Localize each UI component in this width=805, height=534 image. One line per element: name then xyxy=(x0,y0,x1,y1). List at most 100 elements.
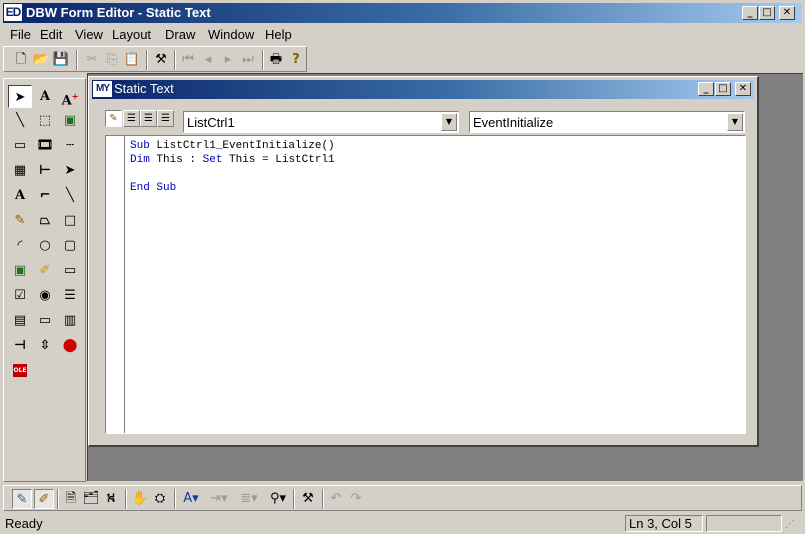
image-tool-icon[interactable]: ▣ xyxy=(8,259,32,282)
group-tool-icon[interactable]: ▥ xyxy=(58,309,82,332)
line-tool-icon[interactable]: ╲ xyxy=(8,109,32,132)
combobox-tool-icon[interactable]: ▭ xyxy=(33,309,57,332)
button-tool-icon[interactable]: ▭ xyxy=(8,134,32,157)
menu-layout[interactable]: Layout xyxy=(112,27,151,42)
toolbar-separator xyxy=(125,489,127,509)
ole-label: OLE xyxy=(13,364,27,377)
dotted-line-tool-icon[interactable]: ┄ xyxy=(58,134,82,157)
label-tool-icon[interactable]: A xyxy=(8,184,32,207)
connector-tool-icon[interactable]: ⌐ xyxy=(33,184,57,207)
textbox-tool-icon[interactable]: ▭ xyxy=(58,259,82,282)
print-icon[interactable]: 🖶 xyxy=(266,50,286,70)
child-title-bar[interactable]: MY Static Text _ □ ✕ xyxy=(92,80,754,99)
save-icon[interactable]: 💾 xyxy=(51,50,71,70)
ellipse-tool-icon[interactable]: ○ xyxy=(33,234,57,257)
child-minimize-button[interactable]: _ xyxy=(698,82,714,96)
menu-file[interactable]: File xyxy=(10,27,31,42)
object-properties-icon[interactable]: 🗂 xyxy=(81,489,101,509)
undo-icon[interactable]: ↶ xyxy=(326,489,346,509)
arc-tool-icon[interactable]: ◜ xyxy=(8,234,32,257)
edit-mode-icon[interactable]: ✎ xyxy=(105,110,122,127)
menu-bar: File Edit View Layout Draw Window Help xyxy=(3,24,802,44)
spin-tool-icon[interactable]: ⇳ xyxy=(33,334,57,357)
rounded-rect-tool-icon[interactable]: ▢ xyxy=(58,234,82,257)
minimize-button[interactable]: _ xyxy=(742,6,758,20)
script-mode-icon[interactable]: ✐ xyxy=(34,489,54,509)
app-icon[interactable]: ED xyxy=(4,4,22,21)
find-icon[interactable]: ⚲▾ xyxy=(265,489,291,509)
indent-icon[interactable]: ⇥▾ xyxy=(206,489,232,509)
maximize-button[interactable]: □ xyxy=(759,6,775,20)
toolbar-separator xyxy=(262,50,264,70)
text-color-icon[interactable]: A▾ xyxy=(178,489,204,509)
align-right-icon[interactable]: ☰ xyxy=(140,110,157,127)
listbox-tool-icon[interactable]: ▤ xyxy=(8,309,32,332)
menu-view[interactable]: View xyxy=(75,27,103,42)
menu-help[interactable]: Help xyxy=(265,27,292,42)
chevron-down-icon[interactable]: ▼ xyxy=(441,113,457,131)
app-title-bar[interactable]: ED DBW Form Editor - Static Text _ □ ✕ xyxy=(3,3,802,23)
form-properties-icon[interactable]: 🗎 xyxy=(61,489,81,509)
next-record-icon[interactable]: ▸ xyxy=(218,50,238,70)
rectangle-tool-icon[interactable]: □ xyxy=(58,209,82,232)
new-file-icon[interactable]: 🗋 xyxy=(11,50,31,70)
menu-edit[interactable]: Edit xyxy=(40,27,62,42)
tab-order-icon[interactable]: ⛕ xyxy=(101,489,121,509)
last-record-icon[interactable]: ⏭ xyxy=(238,50,258,70)
object-combo[interactable]: ListCtrl1 ▼ xyxy=(183,111,459,133)
close-button[interactable]: ✕ xyxy=(779,6,795,20)
pencil-tool-icon[interactable]: ✎ xyxy=(8,209,32,232)
frame-tool-icon[interactable]: ⬚ xyxy=(33,109,57,132)
align-left-icon[interactable]: ☰ xyxy=(123,110,140,127)
grid-tool-icon[interactable]: ▦ xyxy=(8,159,32,182)
design-mode-icon[interactable]: ✎ xyxy=(12,489,32,509)
ole-tool-icon[interactable]: OLE xyxy=(8,359,32,382)
code-text-span: This : xyxy=(149,154,203,166)
arrow-tool-icon[interactable]: ➤ xyxy=(58,159,82,182)
hand-icon[interactable]: ✋ xyxy=(130,489,150,509)
bottom-toolbar: ✎ ✐ 🗎 🗂 ⛕ ✋ ⛭ A▾ ⇥▾ ≣▾ ⚲▾ ⚒ ↶ ↷ xyxy=(3,485,802,511)
radio-tool-icon[interactable]: ◉ xyxy=(33,284,57,307)
code-editor[interactable]: Sub ListCtrl1_EventInitialize() Dim This … xyxy=(105,135,746,434)
polygon-tool-icon[interactable]: ⏢ xyxy=(33,209,57,232)
main-toolbar: 🗋 📂 💾 ✂ ⎘ 📋 ⚒ ⏮ ◂ ▸ ⏭ 🖶 ? xyxy=(3,46,307,72)
magic-wand-icon[interactable]: ⚒ xyxy=(151,50,171,70)
text-plus-tool-icon[interactable]: A+ xyxy=(58,85,82,108)
child-maximize-button[interactable]: □ xyxy=(715,82,731,96)
chevron-down-icon[interactable]: ▼ xyxy=(727,113,743,131)
resize-grip-icon[interactable]: ⋰ xyxy=(785,518,801,532)
redo-icon[interactable]: ↷ xyxy=(346,489,366,509)
menu-window[interactable]: Window xyxy=(208,27,254,42)
tools-icon[interactable]: ⚒ xyxy=(298,489,318,509)
list-format-icon[interactable]: ≣▾ xyxy=(236,489,262,509)
align-justify-icon[interactable]: ☰ xyxy=(157,110,174,127)
text-tool-icon[interactable]: A xyxy=(33,85,57,108)
picture-tool-icon[interactable]: ▣ xyxy=(58,109,82,132)
pointer-tool-icon[interactable]: ➤ xyxy=(8,85,32,108)
open-folder-icon[interactable]: 📂 xyxy=(31,50,51,70)
help-icon[interactable]: ? xyxy=(286,50,306,70)
memo-tool-icon[interactable]: ☰ xyxy=(58,284,82,307)
keyword: Dim xyxy=(130,154,150,166)
highlighter-tool-icon[interactable]: ✐ xyxy=(33,259,57,282)
paste-icon[interactable]: 📋 xyxy=(122,50,142,70)
event-combo[interactable]: EventInitialize ▼ xyxy=(469,111,745,133)
menu-draw[interactable]: Draw xyxy=(165,27,195,42)
copy-icon[interactable]: ⎘ xyxy=(102,50,122,70)
previous-record-icon[interactable]: ◂ xyxy=(198,50,218,70)
checkbox-tool-icon[interactable]: ☑ xyxy=(8,284,32,307)
slider-tool-icon[interactable]: ⊣ xyxy=(8,334,32,357)
code-text[interactable]: Sub ListCtrl1_EventInitialize() Dim This … xyxy=(130,139,335,195)
cut-icon[interactable]: ✂ xyxy=(82,50,102,70)
code-line: Sub ListCtrl1_EventInitialize() xyxy=(130,139,335,153)
first-record-icon[interactable]: ⏮ xyxy=(178,50,198,70)
test-run-icon[interactable]: ⛭ xyxy=(150,489,170,509)
tree-tool-icon[interactable]: ⊢ xyxy=(33,159,57,182)
child-close-button[interactable]: ✕ xyxy=(735,82,751,96)
stop-tool-icon[interactable]: ⬤ xyxy=(58,334,82,357)
child-window-icon[interactable]: MY xyxy=(93,81,112,97)
toolbar-separator xyxy=(174,50,176,70)
toolbar-separator xyxy=(76,50,78,70)
film-tool-icon[interactable]: 🎞 xyxy=(33,134,57,157)
diagonal-line-tool-icon[interactable]: ╲ xyxy=(58,184,82,207)
